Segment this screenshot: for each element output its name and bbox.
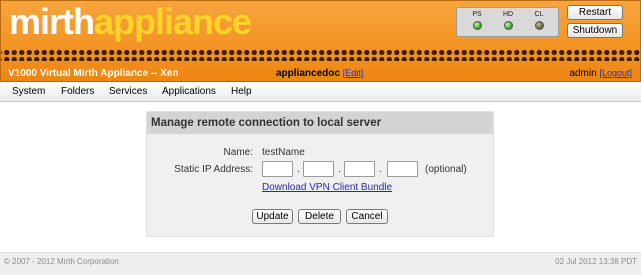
menu-item-folders[interactable]: Folders xyxy=(61,86,94,97)
name-value: testName xyxy=(262,147,305,158)
restart-button[interactable]: Restart xyxy=(567,5,623,20)
hostname-display: appliancedoc [Edit] xyxy=(276,68,363,79)
copyright-text: © 2007 - 2012 Mirth Corporation xyxy=(4,257,119,266)
ip-octet-3-input[interactable] xyxy=(344,161,375,177)
ip-octet-4-input[interactable] xyxy=(387,161,418,177)
led-ps: PS xyxy=(465,10,489,30)
led-cl-indicator-icon xyxy=(534,21,544,30)
logo-text-mirth: mirth xyxy=(9,1,95,42)
mirth-appliance-logo: mirthappliance xyxy=(9,1,252,43)
main-menu-bar: System Folders Services Applications Hel… xyxy=(0,82,641,102)
download-vpn-client-link[interactable]: Download VPN Client Bundle xyxy=(262,182,392,193)
ip-octet-2-input[interactable] xyxy=(303,161,334,177)
led-cl-label: CL xyxy=(534,11,544,18)
optional-hint: (optional) xyxy=(425,164,467,175)
update-button[interactable]: Update xyxy=(252,209,293,224)
static-ip-label: Static IP Address: xyxy=(174,164,253,175)
led-cl: CL xyxy=(527,10,551,30)
delete-button[interactable]: Delete xyxy=(298,209,341,224)
footer-bar: © 2007 - 2012 Mirth Corporation 02 Jul 2… xyxy=(0,252,641,275)
cancel-button[interactable]: Cancel xyxy=(346,209,388,224)
perforated-grill-stripe xyxy=(1,49,640,61)
menu-item-applications[interactable]: Applications xyxy=(162,86,216,97)
logout-link[interactable]: [Logout] xyxy=(599,68,632,78)
username-text: admin xyxy=(569,68,597,79)
hostname-text: appliancedoc xyxy=(276,68,340,79)
menu-item-system[interactable]: System xyxy=(12,86,45,97)
ip-octet-1-input[interactable] xyxy=(262,161,293,177)
timestamp-text: 02 Jul 2012 13:38 PDT xyxy=(555,257,637,266)
led-hd-label: HD xyxy=(502,11,514,18)
edit-hostname-link[interactable]: [Edit] xyxy=(343,68,364,78)
user-display: admin [Logout] xyxy=(569,68,632,79)
led-ps-label: PS xyxy=(472,11,482,18)
menu-item-services[interactable]: Services xyxy=(109,86,147,97)
manage-remote-connection-panel: Manage remote connection to local server… xyxy=(146,111,494,237)
ip-separator-2: . xyxy=(338,164,341,175)
status-led-panel: PS HD CL xyxy=(456,7,559,37)
menu-item-help[interactable]: Help xyxy=(231,86,252,97)
appliance-name: V1000 Virtual Mirth Appliance -- Xen xyxy=(8,68,179,79)
ip-separator-1: . xyxy=(297,164,300,175)
led-hd: HD xyxy=(496,10,520,30)
led-ps-indicator-icon xyxy=(472,21,482,30)
shutdown-button[interactable]: Shutdown xyxy=(567,23,623,38)
panel-title: Manage remote connection to local server xyxy=(147,112,493,134)
header-bar: mirthappliance PS HD CL Restart Shutdown… xyxy=(0,0,641,82)
name-label: Name: xyxy=(223,147,253,158)
led-hd-indicator-icon xyxy=(503,21,513,30)
ip-separator-3: . xyxy=(379,164,382,175)
logo-text-appliance: appliance xyxy=(94,1,252,42)
